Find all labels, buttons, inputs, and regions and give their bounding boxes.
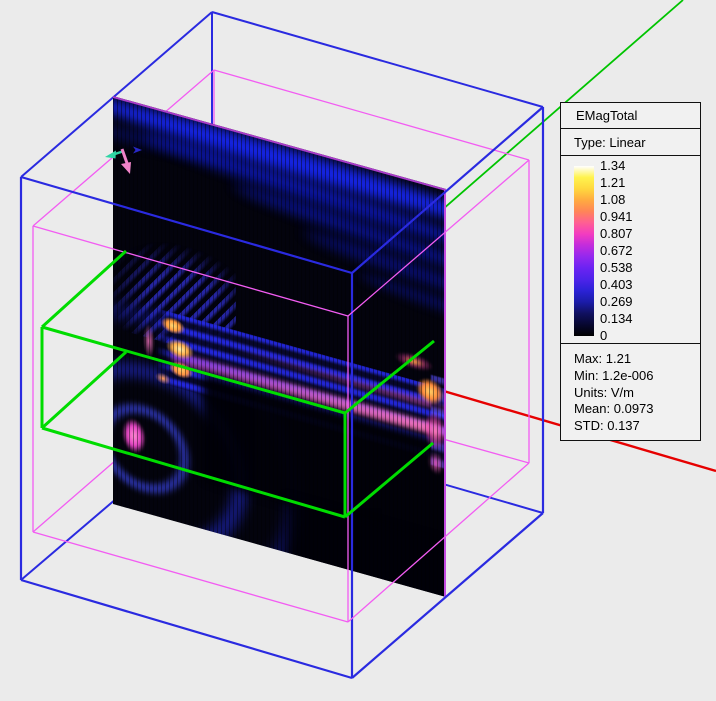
stat-line: Mean: 0.0973 [574,401,654,417]
scale-label: 0.134 [600,311,633,326]
scale-label: 0.269 [600,294,633,309]
field-mesh-texture [113,98,444,597]
legend-scale-box: 1.34 1.21 1.08 0.941 0.807 0.672 0.538 0.403 0.2… [560,155,701,344]
legend-title-box: EMagTotal [560,102,701,129]
plot-legend[interactable]: EMagTotal Type: Linear 1.34 1.21 1.08 0.941… [560,102,701,441]
stat-line: Min: 1.2e-006 [574,367,654,383]
scale-label: 0.807 [600,226,633,241]
scale-label: 0.403 [600,277,633,292]
scale-label: 1.34 [600,158,626,173]
legend-type-label: Type: Linear [574,135,646,150]
legend-stats: Max: 1.21 Min: 1.2e-006 Units: V/m Mean: 0.… [560,343,701,441]
scale-label: 0.538 [600,260,633,275]
scale-label: 0.941 [600,209,633,224]
3d-viewport[interactable]: EMagTotal Type: Linear 1.34 1.21 1.08 0.941… [0,0,716,701]
field-plot-plane [113,96,446,597]
legend-title: EMagTotal [576,108,638,123]
color-scale-bar [574,166,594,336]
stat-line: Max: 1.21 [574,351,632,366]
scale-label: 0 [600,328,608,343]
legend-type-box: Type: Linear [560,128,701,156]
stat-line: STD: 0.137 [574,418,640,434]
scale-label: 0.672 [600,243,633,258]
scale-label: 1.21 [600,175,626,190]
stat-line: Units: V/m [574,384,634,400]
scale-label: 1.08 [600,192,626,207]
